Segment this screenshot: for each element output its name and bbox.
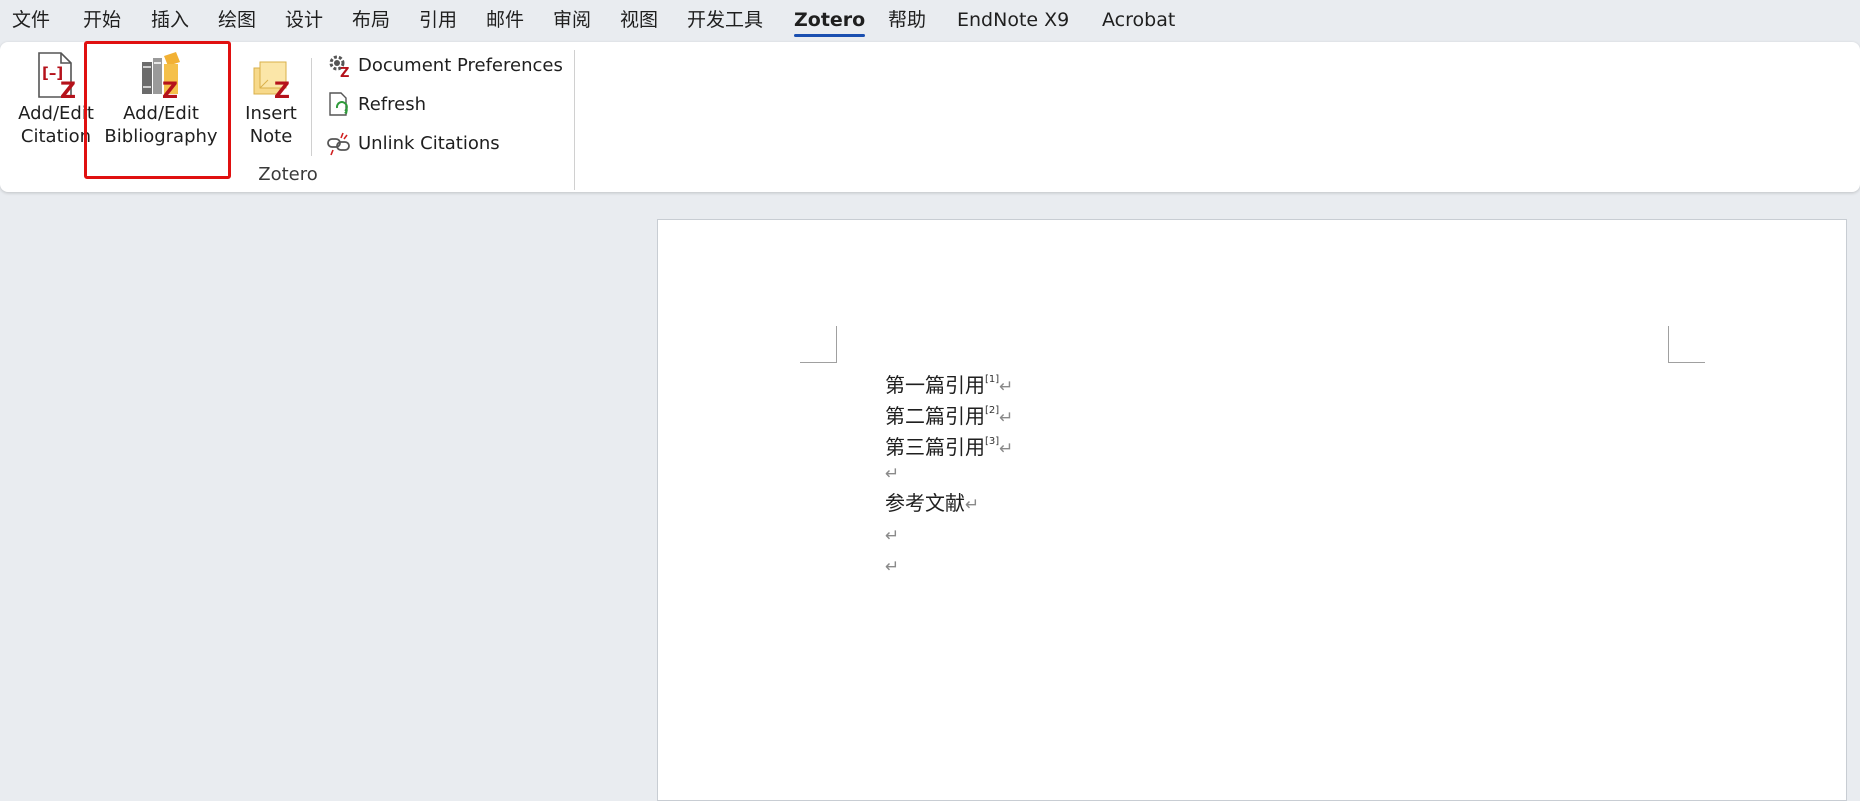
unlink-citations-button[interactable]: Unlink Citations bbox=[326, 128, 500, 158]
svg-text:Z: Z bbox=[162, 79, 178, 100]
paragraph-mark: ↵ bbox=[965, 495, 980, 515]
document-preferences-button[interactable]: Z Document Preferences bbox=[326, 50, 563, 81]
insert-note-label-1: Insert bbox=[245, 103, 297, 124]
menu-design[interactable]: 设计 bbox=[285, 6, 323, 34]
menu-insert[interactable]: 插入 bbox=[151, 6, 189, 34]
paragraph-mark: ↵ bbox=[885, 464, 900, 484]
menu-mailings[interactable]: 邮件 bbox=[486, 6, 524, 34]
svg-text:Z: Z bbox=[60, 79, 76, 100]
add-edit-bibliography-label-1: Add/Edit bbox=[123, 103, 199, 124]
paragraph-text: 第三篇引用 bbox=[885, 435, 985, 459]
menu-developer[interactable]: 开发工具 bbox=[687, 6, 763, 34]
menu-file[interactable]: 文件 bbox=[12, 6, 50, 34]
menu-review[interactable]: 审阅 bbox=[553, 6, 591, 34]
add-edit-citation-label-1: Add/Edit bbox=[18, 103, 94, 124]
citation-marker[interactable]: [1] bbox=[985, 374, 999, 385]
paragraph-references-heading[interactable]: 参考文献↵ bbox=[885, 488, 979, 521]
paragraph-empty[interactable]: ↵ bbox=[885, 519, 899, 552]
margin-corner-top-right bbox=[1668, 326, 1705, 363]
svg-text:Z: Z bbox=[340, 66, 349, 78]
paragraph-mark: ↵ bbox=[999, 408, 1014, 428]
paragraph-text: 第二篇引用 bbox=[885, 404, 985, 428]
menu-draw[interactable]: 绘图 bbox=[218, 6, 256, 34]
refresh-button[interactable]: Refresh bbox=[326, 89, 426, 119]
menu-layout[interactable]: 布局 bbox=[352, 6, 390, 34]
menu-endnote[interactable]: EndNote X9 bbox=[957, 6, 1069, 34]
refresh-label: Refresh bbox=[358, 93, 426, 115]
bibliography-books-icon: Z bbox=[138, 50, 184, 104]
menu-home[interactable]: 开始 bbox=[83, 6, 121, 34]
unlink-icon bbox=[326, 130, 352, 156]
ribbon-group-separator bbox=[574, 50, 575, 190]
menu-view[interactable]: 视图 bbox=[620, 6, 658, 34]
note-icon: Z bbox=[248, 50, 294, 104]
gear-icon: Z bbox=[326, 52, 352, 81]
paragraph-empty[interactable]: ↵ bbox=[885, 550, 899, 583]
refresh-icon bbox=[326, 91, 352, 117]
svg-text:Z: Z bbox=[274, 79, 290, 100]
paragraph-text: 参考文献 bbox=[885, 491, 965, 515]
insert-note-label-2: Note bbox=[249, 126, 293, 147]
add-edit-citation-label-2: Citation bbox=[20, 126, 92, 147]
add-edit-bibliography-label-2: Bibliography bbox=[104, 126, 218, 147]
paragraph-citation-3[interactable]: 第三篇引用[3]↵ bbox=[885, 426, 1013, 465]
paragraph-mark: ↵ bbox=[885, 526, 900, 546]
margin-corner-top-left bbox=[800, 326, 837, 363]
ribbon-separator bbox=[311, 58, 312, 156]
menu-acrobat[interactable]: Acrobat bbox=[1102, 6, 1175, 34]
citation-marker[interactable]: [3] bbox=[985, 436, 999, 447]
citation-icon: [–] Z bbox=[33, 50, 79, 104]
menu-zotero[interactable]: Zotero bbox=[794, 6, 866, 37]
paragraph-mark: ↵ bbox=[885, 557, 900, 577]
menu-references[interactable]: 引用 bbox=[419, 6, 457, 34]
add-edit-bibliography-button[interactable]: Z Add/Edit Bibliography bbox=[104, 50, 218, 160]
ribbon: [–] Z Add/Edit Citation Z Add/Edit Bibli… bbox=[0, 42, 1860, 192]
paragraph-mark: ↵ bbox=[999, 439, 1014, 459]
menu-bar: 文件 开始 插入 绘图 设计 布局 引用 邮件 审阅 视图 开发工具 Zoter… bbox=[0, 0, 1860, 40]
citation-marker[interactable]: [2] bbox=[985, 405, 999, 416]
add-edit-citation-button[interactable]: [–] Z Add/Edit Citation bbox=[14, 50, 98, 160]
document-page[interactable]: 第一篇引用[1]↵ 第二篇引用[2]↵ 第三篇引用[3]↵ ↵ 参考文献↵ ↵ … bbox=[657, 219, 1847, 801]
paragraph-text: 第一篇引用 bbox=[885, 373, 985, 397]
document-preferences-label: Document Preferences bbox=[358, 54, 563, 76]
unlink-citations-label: Unlink Citations bbox=[358, 132, 500, 154]
menu-help[interactable]: 帮助 bbox=[888, 6, 926, 34]
paragraph-mark: ↵ bbox=[999, 377, 1014, 397]
insert-note-button[interactable]: Z Insert Note bbox=[240, 50, 302, 160]
ribbon-group-label: Zotero bbox=[258, 164, 318, 185]
paragraph-empty[interactable]: ↵ bbox=[885, 457, 899, 490]
